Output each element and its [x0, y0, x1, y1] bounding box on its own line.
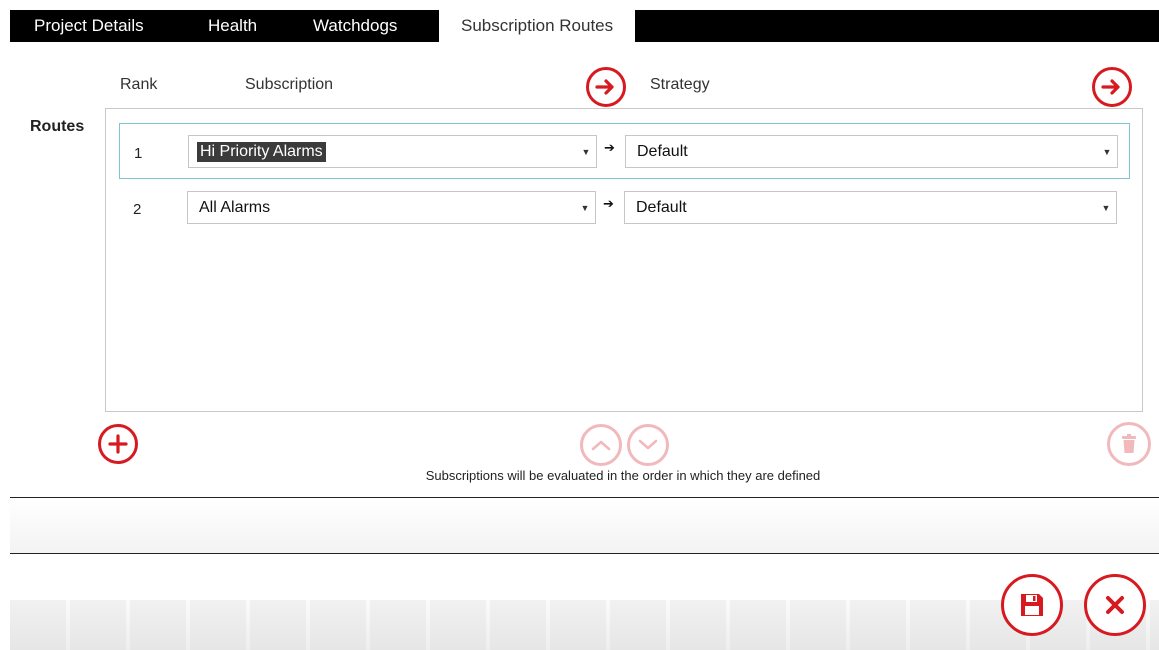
subscription-goto-button[interactable]	[586, 67, 626, 107]
move-down-button[interactable]	[627, 424, 669, 466]
subscription-value: All Alarms	[199, 199, 271, 216]
route-arrow-icon: ➔	[604, 141, 615, 156]
footer-background	[10, 600, 1159, 650]
close-icon	[1106, 596, 1124, 614]
chevron-down-circle-icon	[638, 439, 658, 450]
move-up-button[interactable]	[580, 424, 622, 466]
strategy-header: Strategy	[650, 76, 710, 93]
strategy-select[interactable]: Default ▼	[625, 135, 1118, 168]
subscription-header: Subscription	[245, 76, 334, 93]
subscription-select[interactable]: All Alarms ▼	[187, 191, 596, 224]
route-rank: 2	[133, 201, 142, 218]
subscription-select[interactable]: Hi Priority Alarms ▼	[188, 135, 597, 168]
delete-route-button[interactable]	[1107, 422, 1151, 466]
dropdown-arrow-icon[interactable]: ▼	[1097, 136, 1117, 167]
subscription-value: Hi Priority Alarms	[197, 142, 326, 162]
tab-project-details[interactable]: Project Details	[34, 10, 144, 42]
arrow-right-circle-icon	[595, 79, 614, 95]
route-rank: 1	[134, 145, 143, 162]
floppy-disk-icon	[1021, 594, 1043, 616]
route-row[interactable]: 2 All Alarms ▼ ➔ Default ▼	[119, 180, 1130, 236]
dropdown-arrow-icon[interactable]: ▼	[576, 136, 596, 167]
add-route-button[interactable]	[98, 424, 138, 464]
status-band	[10, 498, 1159, 553]
dropdown-arrow-icon[interactable]: ▼	[1096, 192, 1116, 223]
divider	[10, 553, 1159, 554]
strategy-value: Default	[636, 199, 687, 216]
strategy-goto-button[interactable]	[1092, 67, 1132, 107]
chevron-up-circle-icon	[591, 440, 611, 451]
dropdown-arrow-icon[interactable]: ▼	[575, 192, 595, 223]
route-arrow-icon: ➔	[603, 197, 614, 212]
rank-header: Rank	[120, 76, 158, 93]
plus-circle-icon	[108, 434, 128, 454]
tab-bar: Project Details Health Watchdogs Subscri…	[10, 10, 1159, 42]
route-row[interactable]: 1 Hi Priority Alarms ▼ ➔ Default ▼	[119, 123, 1130, 179]
tab-subscription-routes[interactable]: Subscription Routes	[439, 10, 636, 42]
trash-icon	[1122, 434, 1136, 453]
routes-list[interactable]: 1 Hi Priority Alarms ▼ ➔ Default ▼ 2 All…	[105, 108, 1143, 412]
evaluation-order-note: Subscriptions will be evaluated in the o…	[425, 468, 821, 483]
save-button[interactable]	[1001, 574, 1063, 636]
strategy-value: Default	[637, 143, 688, 160]
tab-watchdogs[interactable]: Watchdogs	[313, 10, 397, 42]
cancel-button[interactable]	[1084, 574, 1146, 636]
arrow-right-circle-icon	[1101, 79, 1120, 95]
tab-health[interactable]: Health	[208, 10, 257, 42]
strategy-select[interactable]: Default ▼	[624, 191, 1117, 224]
routes-label: Routes	[30, 118, 85, 135]
